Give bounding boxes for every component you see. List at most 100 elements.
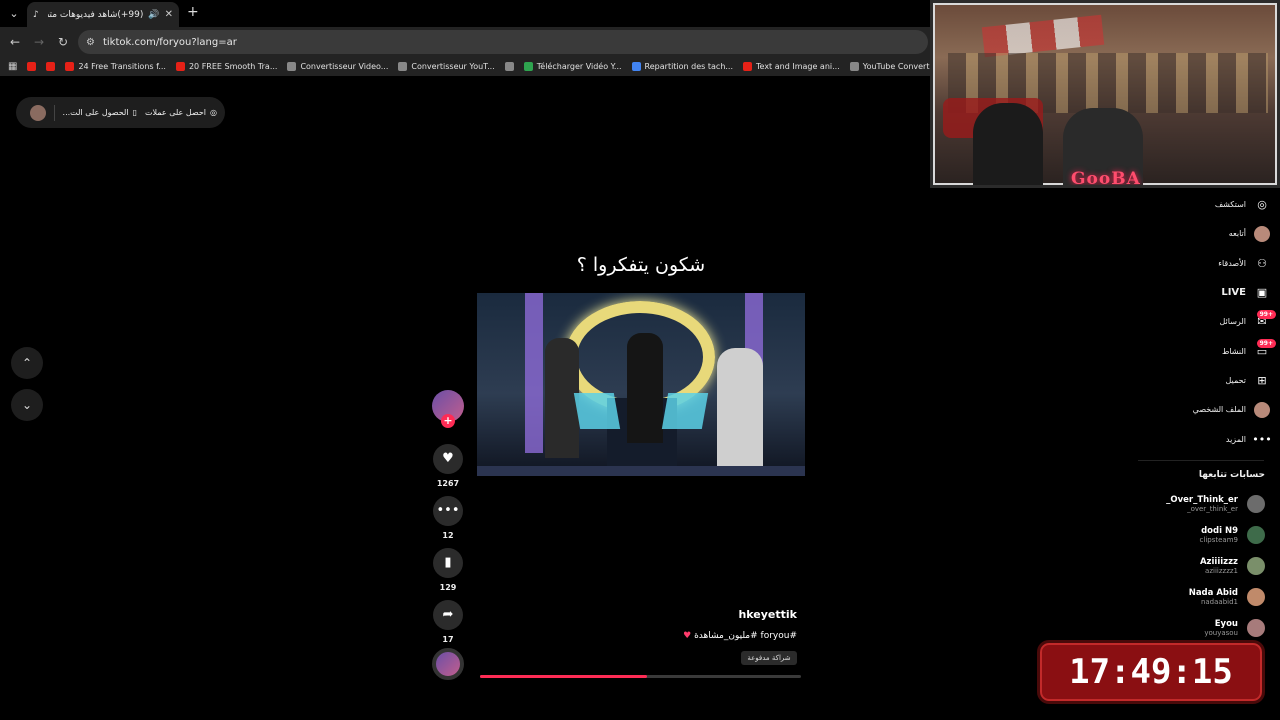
sidebar-item-label: النشاط	[1221, 346, 1246, 356]
youtube-icon	[65, 62, 75, 71]
heart-icon[interactable]: ♥	[433, 444, 463, 474]
share-arrow-icon[interactable]: ➦	[433, 600, 463, 630]
sidebar-item-more[interactable]: المزيد •••	[1150, 424, 1272, 453]
address-bar[interactable]: ⚙ tiktok.com/foryou?lang=ar	[78, 30, 928, 54]
notification-badge: 99+	[1256, 339, 1276, 349]
video-progress-bar[interactable]	[480, 675, 801, 678]
user-avatar[interactable]	[29, 104, 46, 121]
upload-icon: ⊞	[1257, 373, 1267, 387]
bookmark-label: Télécharger Vidéo Y...	[536, 62, 622, 71]
following-account[interactable]: Aziiiizzz aziiizzzz1	[1130, 552, 1265, 580]
share-count: 17	[442, 635, 454, 644]
sidebar-item-compass[interactable]: استكشف ◎	[1150, 190, 1270, 219]
video-author[interactable]: hkeyettik	[600, 608, 797, 621]
account-display-name: _Over_Think_er	[1166, 495, 1238, 505]
bookmark-item[interactable]: Télécharger Vidéo Y...	[523, 62, 622, 71]
bookmark-item[interactable]	[27, 62, 37, 71]
new-tab-plus-icon[interactable]: +	[187, 4, 199, 20]
browser-tab[interactable]: ♪ (99+)شاهد فيديوهات متصدرة 🔊 ✕	[27, 2, 179, 27]
account-names: dodi N9 clipsteam9	[1200, 526, 1238, 544]
comment-action[interactable]: ••• 12	[433, 496, 463, 540]
following-account[interactable]: Eyou youyasou	[1130, 614, 1265, 642]
webcam-overlay: GooBA	[930, 0, 1280, 188]
paid-partnership-badge: شراكة مدفوعة	[741, 651, 797, 665]
back-arrow-icon[interactable]: ←	[7, 34, 23, 50]
coin-icon: ◎	[210, 108, 217, 117]
sidebar-item-friends[interactable]: الأصدقاء ⚇	[1150, 249, 1270, 278]
bookmark-item[interactable]: YouTube Converter...	[849, 62, 930, 71]
sidebar-item-avatar[interactable]: أتابعه	[1150, 219, 1270, 248]
following-account[interactable]: Nada Abid nadaabid1	[1130, 583, 1265, 611]
bookmark-item[interactable]: Text and Image ani...	[743, 62, 840, 71]
video-overlay-caption: شكون يتفكروا ؟	[576, 254, 706, 276]
bookmark-label: YouTube Converter...	[862, 62, 930, 71]
account-display-name: Aziiiizzz	[1199, 557, 1238, 567]
bookmark-label: Text and Image ani...	[756, 62, 840, 71]
bookmark-item[interactable]: 20 FREE Smooth Tra...	[175, 62, 277, 71]
bookmark-item[interactable]: 24 Free Transitions f...	[65, 62, 166, 71]
youtube-icon	[27, 62, 37, 71]
speaker-icon[interactable]: 🔊	[148, 10, 159, 20]
share-action[interactable]: ➦ 17	[433, 600, 463, 644]
bookmark-item[interactable]: Repartition des tach...	[631, 62, 734, 71]
bookmark-item[interactable]	[46, 62, 56, 71]
tab-title: (99+)شاهد فيديوهات متصدرة	[48, 9, 144, 20]
hashtags-text[interactable]: #foryou #مليون_مشاهدة	[694, 631, 797, 641]
video-player[interactable]	[477, 293, 805, 476]
account-display-name: dodi N9	[1201, 526, 1238, 536]
stream-logo: GooBA	[1071, 169, 1141, 188]
account-names: Eyou youyasou	[1204, 619, 1238, 637]
account-display-name: Nada Abid	[1188, 588, 1238, 598]
close-tab-icon[interactable]: ✕	[165, 9, 173, 20]
globe-icon	[849, 62, 859, 71]
follow-plus-icon[interactable]: +	[441, 414, 455, 428]
friends-icon: ⚇	[1257, 256, 1267, 270]
sidebar-item-label: الملف الشخصي	[1192, 405, 1246, 415]
wall-banner	[981, 14, 1105, 58]
bookmark-item[interactable]: Convertisseur YouT...	[398, 62, 495, 71]
sidebar-item-label: الأصدقاء	[1218, 258, 1246, 268]
profile-icon	[1254, 401, 1270, 418]
account-avatar	[1247, 526, 1265, 544]
bookmark-icon[interactable]: ▮	[433, 548, 463, 578]
following-account[interactable]: _Over_Think_er _over_think_er	[1130, 490, 1265, 518]
account-names: Nada Abid nadaabid1	[1189, 588, 1238, 606]
docs-icon	[631, 62, 641, 71]
bookmark-item[interactable]	[504, 62, 514, 71]
avatar-icon	[1254, 225, 1270, 242]
account-avatar	[1247, 557, 1265, 575]
next-video-chevron-down-icon[interactable]: ⌄	[11, 389, 43, 421]
music-disc-icon[interactable]	[432, 648, 464, 680]
like-action[interactable]: ♥ 1267	[433, 444, 463, 488]
following-account[interactable]: dodi N9 clipsteam9	[1130, 521, 1265, 549]
tiktok-favicon-icon: ♪	[33, 9, 39, 20]
account-username: clipsteam9	[1199, 536, 1238, 544]
save-count: 129	[439, 583, 457, 592]
bookmark-item[interactable]: Convertisseur Video...	[287, 62, 388, 71]
comment-icon[interactable]: •••	[433, 496, 463, 526]
video-hashtags[interactable]: #foryou #مليون_مشاهدة ♥	[560, 631, 797, 641]
compass-icon: ◎	[1257, 198, 1267, 212]
bookmarks-bar: ▦ 24 Free Transitions f... 20 FREE Smooth…	[0, 57, 930, 76]
reload-icon[interactable]: ↻	[55, 34, 71, 50]
sidebar-divider	[1138, 460, 1264, 461]
browser-toolbar: ← → ↻ ⚙ tiktok.com/foryou?lang=ar	[0, 27, 930, 57]
sidebar-item-profile[interactable]: الملف الشخصي	[1150, 395, 1270, 424]
get-app-button[interactable]: ▯ الحصول على الت...	[63, 108, 137, 117]
account-display-name: Eyou	[1214, 619, 1238, 629]
bookmark-label: Repartition des tach...	[644, 62, 734, 71]
sidebar-item-upload[interactable]: تحميل ⊞	[1150, 366, 1270, 395]
tab-search-icon[interactable]: ⌄	[6, 6, 22, 22]
top-actions-pill: ◎ احصل على عملات ▯ الحصول على الت...	[16, 97, 225, 128]
account-avatar	[1247, 495, 1265, 513]
forward-arrow-icon[interactable]: →	[31, 34, 47, 50]
sidebar-item-live[interactable]: LIVE ▣	[1150, 278, 1270, 307]
sidebar-item-messages[interactable]: الرسائل ✉ 99+	[1150, 307, 1276, 336]
site-info-icon[interactable]: ⚙	[86, 37, 95, 48]
pill-divider	[53, 104, 55, 121]
save-action[interactable]: ▮ 129	[433, 548, 463, 592]
apps-grid-icon[interactable]: ▦	[8, 61, 17, 72]
sidebar-item-activity[interactable]: النشاط ▭ 99+	[1150, 336, 1276, 365]
get-coins-button[interactable]: ◎ احصل على عملات	[145, 108, 217, 117]
previous-video-chevron-up-icon[interactable]: ⌃	[11, 347, 43, 379]
